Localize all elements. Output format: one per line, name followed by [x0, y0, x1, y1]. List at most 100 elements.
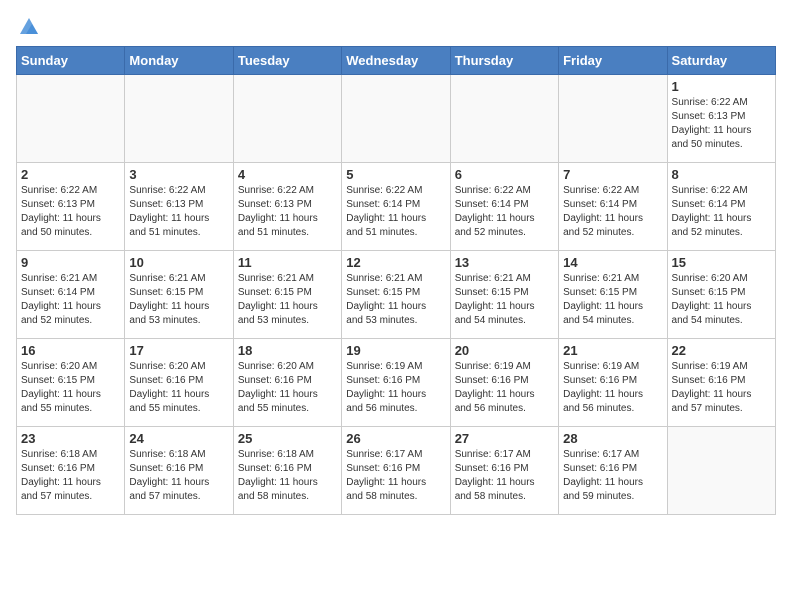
day-info: Sunrise: 6:18 AM Sunset: 6:16 PM Dayligh…	[21, 448, 120, 504]
day-info: Sunrise: 6:20 AM Sunset: 6:16 PM Dayligh…	[238, 360, 337, 416]
calendar-cell: 17 Sunrise: 6:20 AM Sunset: 6:16 PM Dayli…	[125, 339, 233, 427]
day-info: Sunrise: 6:19 AM Sunset: 6:16 PM Dayligh…	[563, 360, 662, 416]
day-info: Sunrise: 6:17 AM Sunset: 6:16 PM Dayligh…	[455, 448, 554, 504]
day-info: Sunrise: 6:21 AM Sunset: 6:15 PM Dayligh…	[455, 272, 554, 328]
day-number: 1	[672, 79, 771, 94]
day-number: 17	[129, 343, 228, 358]
calendar-cell	[559, 75, 667, 163]
calendar-week-row: 16Sunrise: 6:20 AM Sunset: 6:15 PM Dayli…	[17, 339, 776, 427]
day-number: 26	[346, 431, 445, 446]
day-info: Sunrise: 6:22 AM Sunset: 6:14 PM Dayligh…	[672, 184, 771, 240]
calendar-week-row: 9 Sunrise: 6:21 AM Sunset: 6:14 PM Daylig…	[17, 251, 776, 339]
logo	[16, 16, 40, 36]
calendar-cell: 28 Sunrise: 6:17 AM Sunset: 6:16 PM Dayli…	[559, 427, 667, 515]
day-info: Sunrise: 6:18 AM Sunset: 6:16 PM Dayligh…	[238, 448, 337, 504]
calendar-cell	[233, 75, 341, 163]
day-number: 28	[563, 431, 662, 446]
day-number: 27	[455, 431, 554, 446]
day-number: 8	[672, 167, 771, 182]
calendar-cell: 24 Sunrise: 6:18 AM Sunset: 6:16 PM Dayli…	[125, 427, 233, 515]
calendar-cell: 12 Sunrise: 6:21 AM Sunset: 6:15 PM Dayli…	[342, 251, 450, 339]
day-number: 2	[21, 167, 120, 182]
day-info: Sunrise: 6:21 AM Sunset: 6:15 PM Dayligh…	[129, 272, 228, 328]
day-info: Sunrise: 6:21 AM Sunset: 6:15 PM Dayligh…	[238, 272, 337, 328]
day-info: Sunrise: 6:22 AM Sunset: 6:13 PM Dayligh…	[21, 184, 120, 240]
calendar-cell: 6 Sunrise: 6:22 AM Sunset: 6:14 PM Daylig…	[450, 163, 558, 251]
calendar-cell	[667, 427, 775, 515]
day-info: Sunrise: 6:22 AM Sunset: 6:13 PM Dayligh…	[238, 184, 337, 240]
calendar-cell: 21 Sunrise: 6:19 AM Sunset: 6:16 PM Dayli…	[559, 339, 667, 427]
calendar-cell	[450, 75, 558, 163]
calendar-cell: 1 Sunrise: 6:22 AM Sunset: 6:13 PM Daylig…	[667, 75, 775, 163]
page-header	[16, 16, 776, 36]
day-number: 10	[129, 255, 228, 270]
calendar-cell: 3 Sunrise: 6:22 AM Sunset: 6:13 PM Daylig…	[125, 163, 233, 251]
calendar-cell: 14 Sunrise: 6:21 AM Sunset: 6:15 PM Dayli…	[559, 251, 667, 339]
calendar-header-friday: Friday	[559, 47, 667, 75]
day-number: 23	[21, 431, 120, 446]
day-number: 20	[455, 343, 554, 358]
day-number: 6	[455, 167, 554, 182]
day-number: 15	[672, 255, 771, 270]
calendar-week-row: 23 Sunrise: 6:18 AM Sunset: 6:16 PM Dayli…	[17, 427, 776, 515]
day-number: 4	[238, 167, 337, 182]
day-number: 18	[238, 343, 337, 358]
day-number: 11	[238, 255, 337, 270]
calendar-cell: 25 Sunrise: 6:18 AM Sunset: 6:16 PM Dayli…	[233, 427, 341, 515]
day-info: Sunrise: 6:22 AM Sunset: 6:14 PM Dayligh…	[563, 184, 662, 240]
day-info: Sunrise: 6:22 AM Sunset: 6:14 PM Dayligh…	[455, 184, 554, 240]
day-number: 14	[563, 255, 662, 270]
day-info: Sunrise: 6:21 AM Sunset: 6:15 PM Dayligh…	[563, 272, 662, 328]
calendar-cell	[17, 75, 125, 163]
day-info: Sunrise: 6:22 AM Sunset: 6:14 PM Dayligh…	[346, 184, 445, 240]
day-info: Sunrise: 6:20 AM Sunset: 6:16 PM Dayligh…	[129, 360, 228, 416]
day-info: Sunrise: 6:17 AM Sunset: 6:16 PM Dayligh…	[563, 448, 662, 504]
day-info: Sunrise: 6:19 AM Sunset: 6:16 PM Dayligh…	[672, 360, 771, 416]
day-info: Sunrise: 6:21 AM Sunset: 6:15 PM Dayligh…	[346, 272, 445, 328]
calendar-cell: 22 Sunrise: 6:19 AM Sunset: 6:16 PM Dayli…	[667, 339, 775, 427]
calendar-cell: 18 Sunrise: 6:20 AM Sunset: 6:16 PM Dayli…	[233, 339, 341, 427]
day-info: Sunrise: 6:20 AM Sunset: 6:15 PM Dayligh…	[672, 272, 771, 328]
day-number: 25	[238, 431, 337, 446]
day-number: 16	[21, 343, 120, 358]
day-number: 22	[672, 343, 771, 358]
calendar-week-row: 2 Sunrise: 6:22 AM Sunset: 6:13 PM Daylig…	[17, 163, 776, 251]
calendar-header-wednesday: Wednesday	[342, 47, 450, 75]
day-info: Sunrise: 6:17 AM Sunset: 6:16 PM Dayligh…	[346, 448, 445, 504]
day-info: Sunrise: 6:18 AM Sunset: 6:16 PM Dayligh…	[129, 448, 228, 504]
day-info: Sunrise: 6:21 AM Sunset: 6:14 PM Dayligh…	[21, 272, 120, 328]
day-number: 12	[346, 255, 445, 270]
calendar-cell: 8 Sunrise: 6:22 AM Sunset: 6:14 PM Daylig…	[667, 163, 775, 251]
calendar-cell: 11 Sunrise: 6:21 AM Sunset: 6:15 PM Dayli…	[233, 251, 341, 339]
calendar-week-row: 1 Sunrise: 6:22 AM Sunset: 6:13 PM Daylig…	[17, 75, 776, 163]
calendar-header-saturday: Saturday	[667, 47, 775, 75]
logo-icon	[18, 16, 40, 36]
day-number: 21	[563, 343, 662, 358]
day-info: Sunrise: 6:19 AM Sunset: 6:16 PM Dayligh…	[346, 360, 445, 416]
day-number: 5	[346, 167, 445, 182]
calendar-cell: 7 Sunrise: 6:22 AM Sunset: 6:14 PM Daylig…	[559, 163, 667, 251]
day-number: 9	[21, 255, 120, 270]
calendar-table: SundayMondayTuesdayWednesdayThursdayFrid…	[16, 46, 776, 515]
day-number: 13	[455, 255, 554, 270]
calendar-header-thursday: Thursday	[450, 47, 558, 75]
calendar-cell: 16Sunrise: 6:20 AM Sunset: 6:15 PM Dayli…	[17, 339, 125, 427]
day-number: 3	[129, 167, 228, 182]
day-info: Sunrise: 6:19 AM Sunset: 6:16 PM Dayligh…	[455, 360, 554, 416]
calendar-header-tuesday: Tuesday	[233, 47, 341, 75]
day-number: 24	[129, 431, 228, 446]
day-info: Sunrise: 6:22 AM Sunset: 6:13 PM Dayligh…	[672, 96, 771, 152]
calendar-cell: 15 Sunrise: 6:20 AM Sunset: 6:15 PM Dayli…	[667, 251, 775, 339]
day-info: Sunrise: 6:22 AM Sunset: 6:13 PM Dayligh…	[129, 184, 228, 240]
calendar-cell: 26 Sunrise: 6:17 AM Sunset: 6:16 PM Dayli…	[342, 427, 450, 515]
calendar-header-row: SundayMondayTuesdayWednesdayThursdayFrid…	[17, 47, 776, 75]
day-number: 7	[563, 167, 662, 182]
calendar-cell	[125, 75, 233, 163]
day-number: 19	[346, 343, 445, 358]
calendar-cell: 23 Sunrise: 6:18 AM Sunset: 6:16 PM Dayli…	[17, 427, 125, 515]
calendar-cell: 9 Sunrise: 6:21 AM Sunset: 6:14 PM Daylig…	[17, 251, 125, 339]
calendar-header-sunday: Sunday	[17, 47, 125, 75]
calendar-cell: 5 Sunrise: 6:22 AM Sunset: 6:14 PM Daylig…	[342, 163, 450, 251]
calendar-cell: 20 Sunrise: 6:19 AM Sunset: 6:16 PM Dayli…	[450, 339, 558, 427]
calendar-cell: 2 Sunrise: 6:22 AM Sunset: 6:13 PM Daylig…	[17, 163, 125, 251]
